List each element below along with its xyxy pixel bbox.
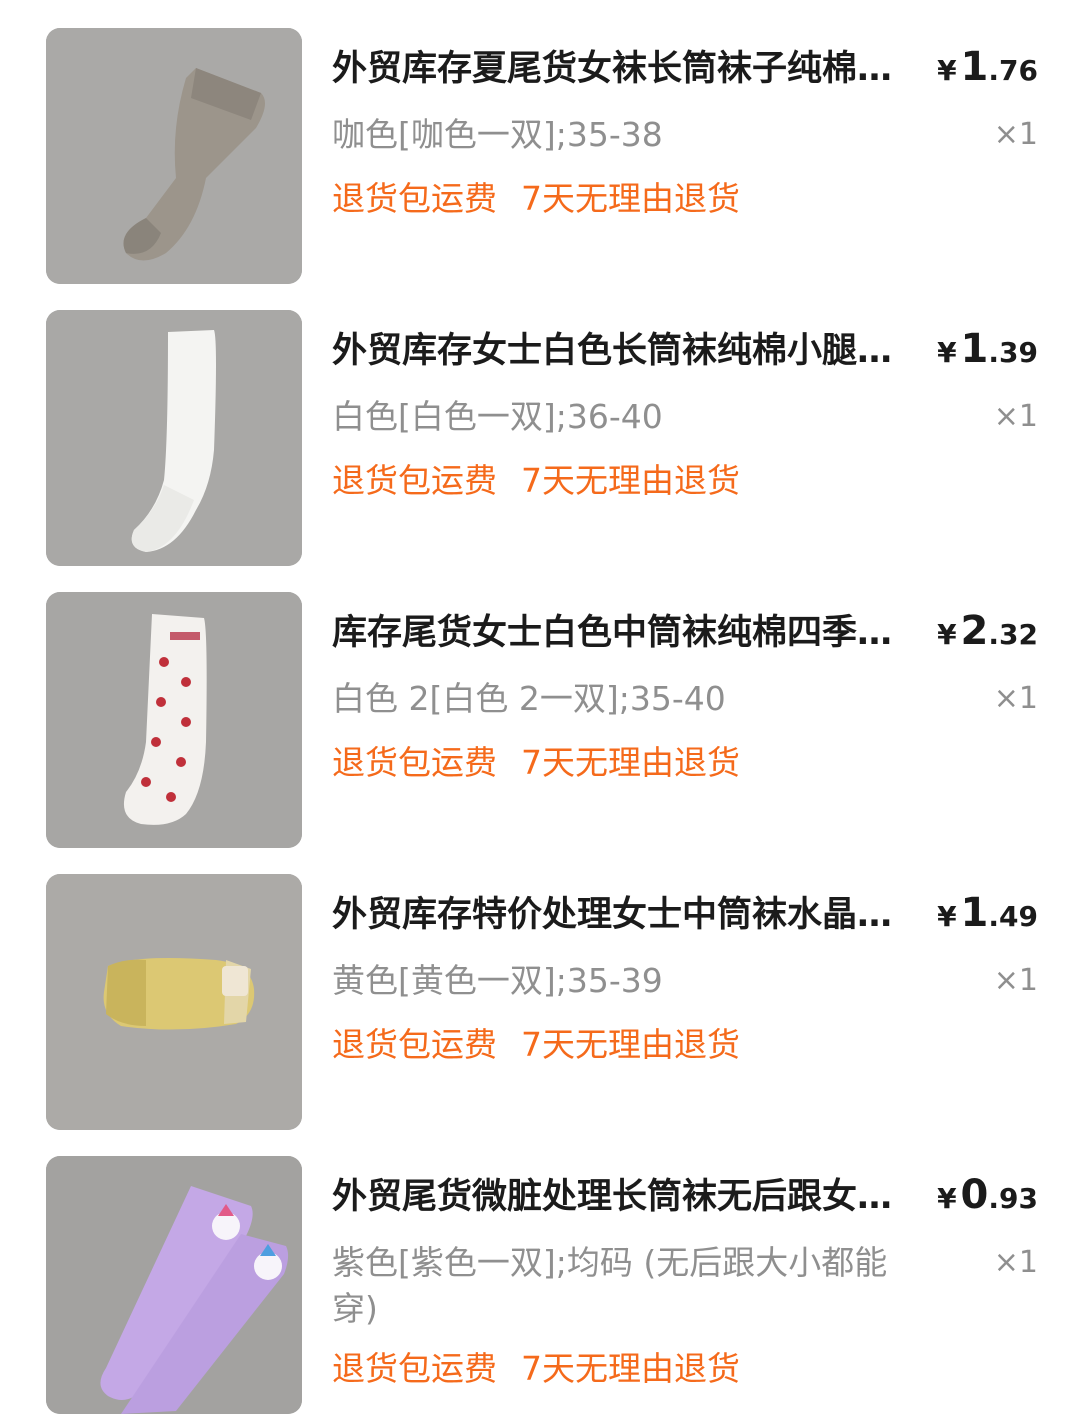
tag-return-shipping: 退货包运费 xyxy=(332,1025,497,1064)
product-title[interactable]: 库存尾货女士白色中筒袜纯棉四季… xyxy=(332,610,932,656)
product-quantity: ×1 xyxy=(993,399,1038,434)
price-decimal: .76 xyxy=(988,54,1038,87)
tag-7day-return: 7天无理由退货 xyxy=(521,461,740,500)
currency-symbol: ¥ xyxy=(937,336,957,369)
currency-symbol: ¥ xyxy=(937,54,957,87)
service-tags: 退货包运费 7天无理由退货 xyxy=(332,458,740,504)
price-integer: 1 xyxy=(960,326,989,372)
service-tags: 退货包运费 7天无理由退货 xyxy=(332,1022,740,1068)
product-price: ¥1.39 xyxy=(928,326,1038,372)
price-integer: 0 xyxy=(960,1172,989,1218)
product-title[interactable]: 外贸库存夏尾货女袜长筒袜子纯棉… xyxy=(332,46,932,92)
price-decimal: .49 xyxy=(988,900,1038,933)
product-quantity: ×1 xyxy=(993,1245,1038,1280)
product-title[interactable]: 外贸库存特价处理女士中筒袜水晶… xyxy=(332,892,932,938)
gray-knit-long-sock-icon xyxy=(46,28,302,284)
price-decimal: .32 xyxy=(988,618,1038,651)
tag-7day-return: 7天无理由退货 xyxy=(521,1025,740,1064)
price-integer: 1 xyxy=(960,890,989,936)
order-item[interactable]: 库存尾货女士白色中筒袜纯棉四季… ¥2.32 白色 2[白色 2一双];35-4… xyxy=(0,592,1080,874)
white-cherry-sock-icon xyxy=(46,592,302,848)
service-tags: 退货包运费 7天无理由退货 xyxy=(332,176,740,222)
product-quantity: ×1 xyxy=(993,117,1038,152)
product-spec: 咖色[咖色一双];35-38 xyxy=(332,115,663,154)
product-image[interactable] xyxy=(46,874,302,1130)
order-item[interactable]: 外贸库存夏尾货女袜长筒袜子纯棉… ¥1.76 咖色[咖色一双];35-38 ×1… xyxy=(0,28,1080,310)
currency-symbol: ¥ xyxy=(937,618,957,651)
price-decimal: .93 xyxy=(988,1182,1038,1215)
tag-7day-return: 7天无理由退货 xyxy=(521,743,740,782)
product-spec: 紫色[紫色一双];均码 (无后跟大小都能穿) xyxy=(332,1243,888,1328)
tag-7day-return: 7天无理由退货 xyxy=(521,179,740,218)
product-image[interactable] xyxy=(46,592,302,848)
order-item-list: 外贸库存夏尾货女袜长筒袜子纯棉… ¥1.76 咖色[咖色一双];35-38 ×1… xyxy=(0,0,1080,1428)
purple-unicorn-socks-icon xyxy=(46,1156,302,1414)
order-item[interactable]: 外贸尾货微脏处理长筒袜无后跟女… ¥0.93 紫色[紫色一双];均码 (无后跟大… xyxy=(0,1156,1080,1428)
product-price: ¥0.93 xyxy=(928,1172,1038,1218)
service-tags: 退货包运费 7天无理由退货 xyxy=(332,740,740,786)
product-quantity: ×1 xyxy=(993,681,1038,716)
tag-return-shipping: 退货包运费 xyxy=(332,1349,497,1388)
product-price: ¥1.76 xyxy=(928,44,1038,90)
service-tags: 退货包运费 7天无理由退货 xyxy=(332,1346,740,1392)
product-image[interactable] xyxy=(46,1156,302,1414)
tag-return-shipping: 退货包运费 xyxy=(332,461,497,500)
product-spec: 白色[白色一双];36-40 xyxy=(332,397,663,436)
product-quantity: ×1 xyxy=(993,963,1038,998)
currency-symbol: ¥ xyxy=(937,900,957,933)
product-title[interactable]: 外贸尾货微脏处理长筒袜无后跟女… xyxy=(332,1174,932,1220)
currency-symbol: ¥ xyxy=(937,1182,957,1215)
price-integer: 1 xyxy=(960,44,989,90)
order-item[interactable]: 外贸库存女士白色长筒袜纯棉小腿… ¥1.39 白色[白色一双];36-40 ×1… xyxy=(0,310,1080,592)
product-image[interactable] xyxy=(46,310,302,566)
product-price: ¥1.49 xyxy=(928,890,1038,936)
product-title[interactable]: 外贸库存女士白色长筒袜纯棉小腿… xyxy=(332,328,932,374)
product-price: ¥2.32 xyxy=(928,608,1038,654)
white-knee-sock-icon xyxy=(46,310,302,566)
product-spec: 白色 2[白色 2一双];35-40 xyxy=(332,679,726,718)
order-item[interactable]: 外贸库存特价处理女士中筒袜水晶… ¥1.49 黄色[黄色一双];35-39 ×1… xyxy=(0,874,1080,1156)
product-image[interactable] xyxy=(46,28,302,284)
tag-7day-return: 7天无理由退货 xyxy=(521,1349,740,1388)
product-spec: 黄色[黄色一双];35-39 xyxy=(332,961,663,1000)
tag-return-shipping: 退货包运费 xyxy=(332,743,497,782)
tag-return-shipping: 退货包运费 xyxy=(332,179,497,218)
price-decimal: .39 xyxy=(988,336,1038,369)
price-integer: 2 xyxy=(960,608,989,654)
yellow-lace-sock-icon xyxy=(46,874,302,1130)
